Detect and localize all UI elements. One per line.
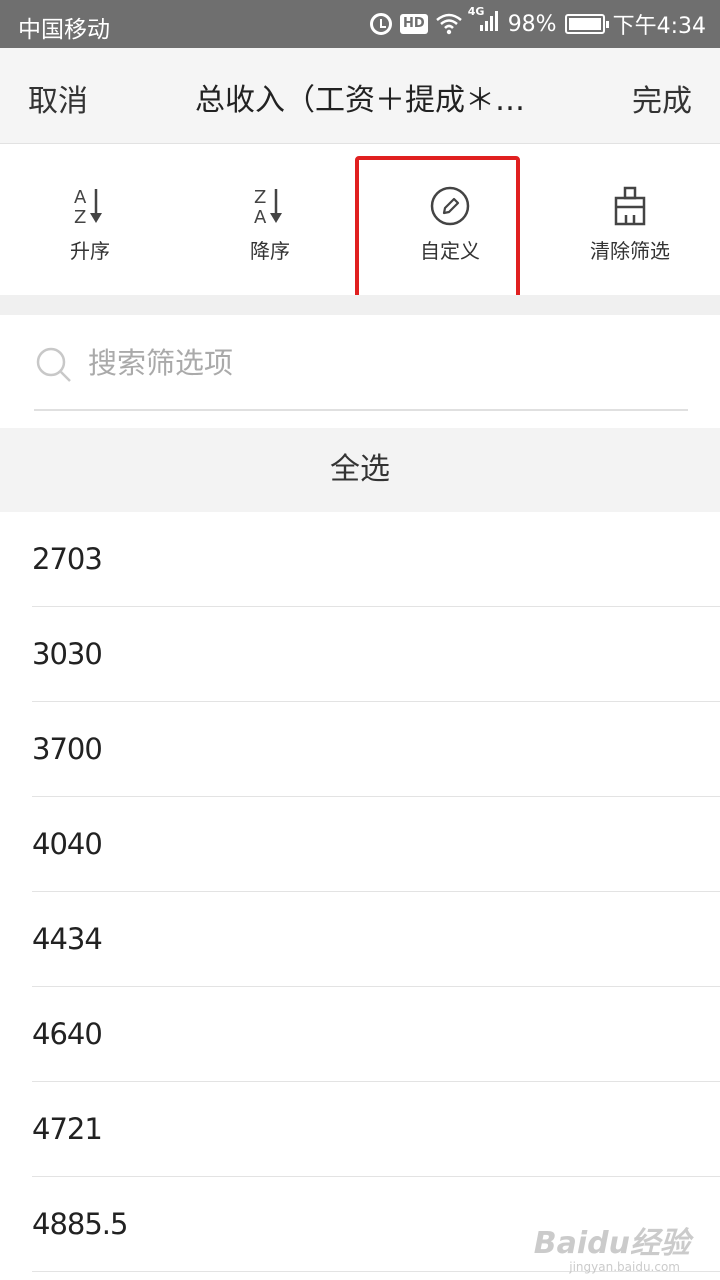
list-item-value: 3030 [32, 637, 103, 671]
search-bar [34, 315, 688, 411]
status-icons: HD 4G 98% 下午4:34 [370, 5, 706, 40]
list-item[interactable]: 4721 [0, 1082, 720, 1177]
list-item[interactable]: 4040 [0, 797, 720, 892]
edit-pencil-icon [430, 186, 470, 226]
watermark-url: jingyan.baidu.com [569, 1260, 680, 1274]
list-item-value: 4640 [32, 1017, 103, 1051]
svg-text:Z: Z [74, 207, 86, 227]
battery-percent: 98% [507, 11, 557, 37]
section-divider [0, 295, 720, 315]
sort-filter-toolbar: A Z 升序 Z A 降序 自定义 清除筛选 [0, 145, 720, 295]
clear-filter-label: 清除筛选 [590, 239, 670, 263]
list-item-value: 3700 [32, 732, 103, 766]
page-title: 总收入（工资＋提成＊… [195, 83, 525, 118]
svg-text:A: A [254, 207, 267, 227]
done-button[interactable]: 完成 [632, 76, 692, 120]
sort-descending-icon: Z A [254, 187, 282, 227]
svg-text:Z: Z [254, 187, 266, 208]
sort-ascending-button[interactable]: A Z 升序 [0, 185, 180, 264]
list-item[interactable]: 2703 [0, 512, 720, 607]
list-item[interactable]: 3700 [0, 702, 720, 797]
clock: 下午4:34 [612, 14, 706, 39]
search-icon [36, 347, 71, 382]
hd-icon: HD [400, 14, 428, 34]
clear-filter-icon [614, 186, 646, 226]
status-bar: 中国移动 HD 4G 98% 下午4:34 [0, 0, 720, 48]
cancel-button[interactable]: 取消 [28, 76, 88, 120]
select-all-button[interactable]: 全选 [0, 428, 720, 512]
list-item[interactable]: 4434 [0, 892, 720, 987]
list-item[interactable]: 4640 [0, 987, 720, 1082]
sort-descending-button[interactable]: Z A 降序 [180, 185, 360, 264]
alarm-icon [370, 13, 393, 35]
filter-values-list: 2703 3030 3700 4040 4434 4640 4721 4885.… [0, 512, 720, 1272]
clear-filter-button[interactable]: 清除筛选 [540, 185, 720, 264]
wifi-icon [435, 13, 462, 35]
sort-descending-label: 降序 [250, 239, 290, 263]
sort-ascending-icon: A Z [74, 187, 102, 227]
list-item-value: 4885.5 [32, 1207, 128, 1241]
list-item-value: 4721 [32, 1112, 103, 1146]
custom-filter-button[interactable]: 自定义 [360, 185, 540, 264]
signal-group: 4G [468, 5, 500, 39]
watermark-logo: Baidu经验 [533, 1226, 690, 1261]
sort-ascending-label: 升序 [70, 239, 110, 263]
battery-icon [564, 14, 609, 34]
list-item[interactable]: 3030 [0, 607, 720, 702]
svg-text:A: A [74, 187, 87, 208]
list-item-value: 2703 [32, 542, 103, 576]
carrier-name: 中国移动 [18, 17, 110, 43]
list-item-value: 4040 [32, 827, 103, 861]
header-bar: 取消 总收入（工资＋提成＊… 完成 [0, 48, 720, 144]
network-type: 4G [467, 5, 485, 18]
search-input[interactable] [88, 341, 668, 385]
custom-filter-label: 自定义 [420, 239, 480, 263]
list-item-value: 4434 [32, 922, 103, 956]
